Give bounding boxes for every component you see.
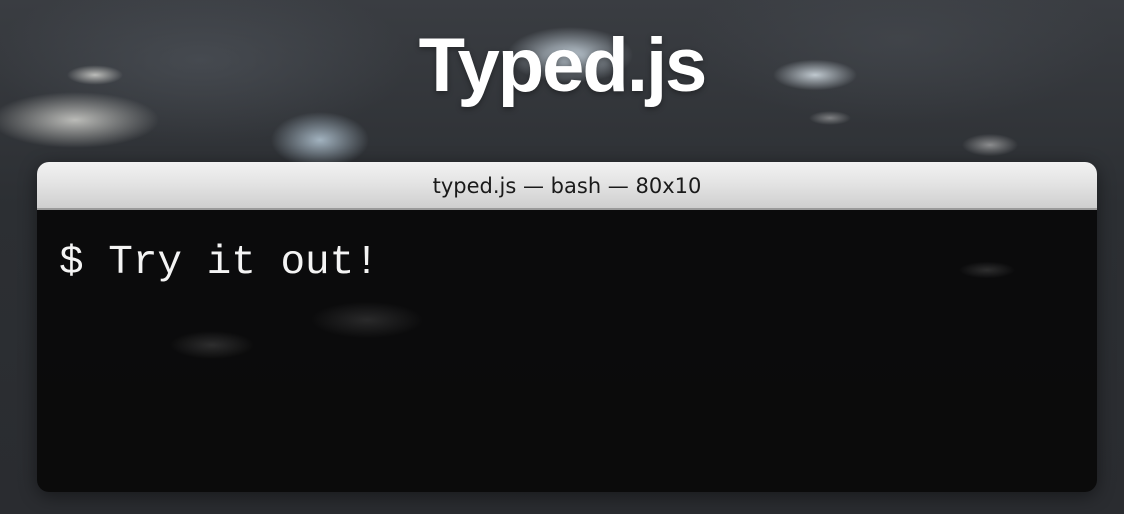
terminal-body[interactable]: $ Try it out! (37, 210, 1097, 492)
terminal-title-bar[interactable]: typed.js — bash — 80x10 (37, 162, 1097, 210)
terminal-window-title: typed.js — bash — 80x10 (432, 174, 702, 198)
typed-text: Try it out! (108, 240, 379, 286)
terminal-prompt-line: $ Try it out! (59, 238, 379, 288)
page-title: Typed.js (418, 23, 708, 108)
terminal-window: typed.js — bash — 80x10 $ Try it out! (37, 162, 1097, 492)
prompt-symbol: $ (59, 240, 84, 286)
